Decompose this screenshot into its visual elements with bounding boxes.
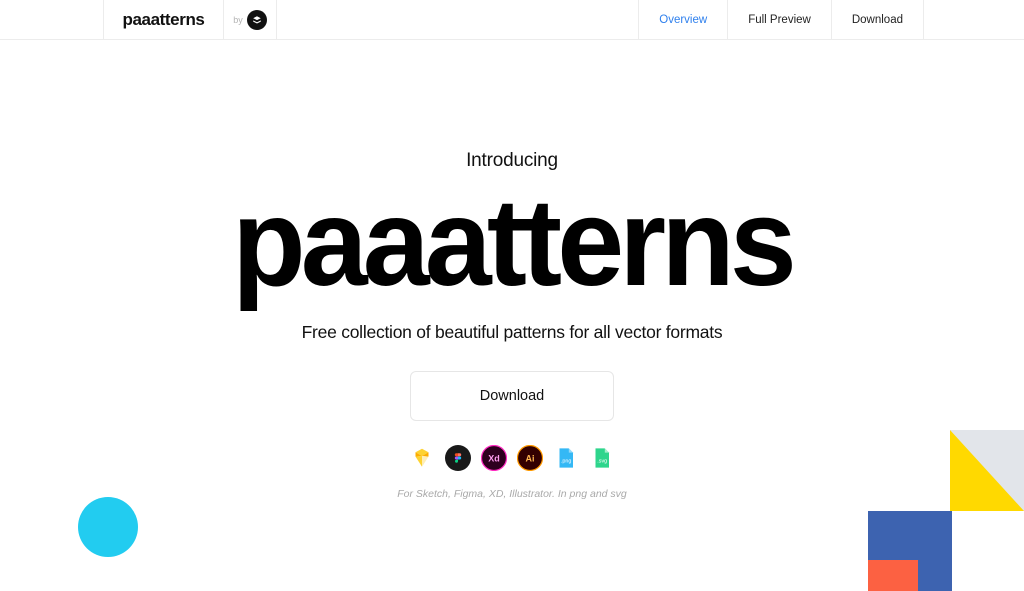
svg-text:Ai: Ai — [526, 454, 535, 464]
svg-file-icon[interactable]: .svg — [589, 445, 615, 471]
hero-eyebrow: Introducing — [466, 150, 558, 171]
svg-text:Xd: Xd — [488, 454, 500, 464]
brand-name: paaatterns — [122, 9, 205, 29]
hero-wordmark: paaatterns — [232, 174, 797, 312]
png-file-icon[interactable]: .png — [553, 445, 579, 471]
header-spacer — [277, 0, 638, 39]
hero-section: Introducing paaatterns Free collection o… — [0, 40, 1024, 500]
hero-tagline: Free collection of beautiful patterns fo… — [301, 322, 723, 343]
brand-cell[interactable]: paaatterns — [103, 0, 224, 39]
adobe-illustrator-icon[interactable]: Ai — [517, 445, 543, 472]
format-caption: For Sketch, Figma, XD, Illustrator. In p… — [397, 488, 627, 501]
primary-nav: Overview Full Preview Download — [638, 0, 924, 39]
sketch-icon[interactable] — [409, 445, 435, 471]
nav-item-download[interactable]: Download — [830, 0, 924, 39]
svg-text:.svg: .svg — [597, 458, 607, 464]
nav-item-full-preview[interactable]: Full Preview — [727, 0, 831, 39]
cyan-circle-decoration — [78, 497, 138, 557]
figma-icon[interactable] — [445, 445, 471, 472]
svg-text:.png: .png — [561, 458, 572, 464]
author-credit[interactable]: by — [224, 0, 277, 39]
by-label: by — [233, 14, 243, 25]
format-icon-row: Xd Ai .png .svg — [0, 445, 1024, 472]
download-button-label: Download — [479, 388, 545, 405]
yellow-grey-triangle-square-decoration — [950, 430, 1024, 511]
studio-logo-badge-icon[interactable] — [246, 9, 267, 30]
yellow-triangle-icon — [950, 430, 1024, 511]
site-header: paaatterns by Overview Full Preview Down… — [0, 0, 1024, 40]
nav-item-overview[interactable]: Overview — [638, 0, 727, 39]
adobe-xd-icon[interactable]: Xd — [481, 445, 507, 472]
download-button[interactable]: Download — [410, 371, 614, 422]
orange-square-decoration — [868, 560, 918, 591]
